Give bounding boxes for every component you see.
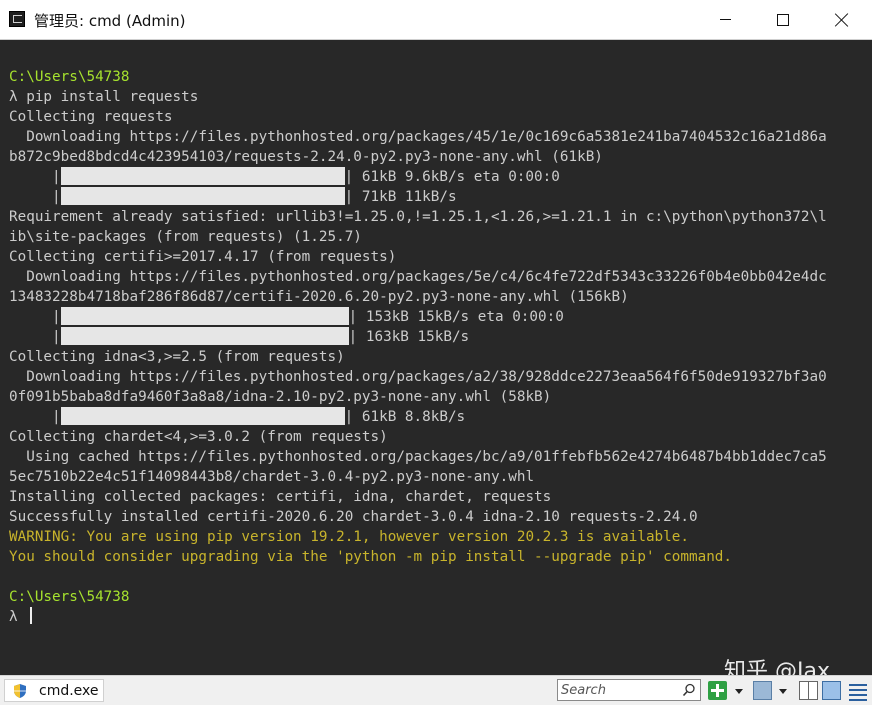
console-line-text: λ pip install requests <box>9 89 199 105</box>
console-line: Successfully installed certifi-2020.6.20… <box>9 507 827 527</box>
console-line-text: Collecting chardet<4,>=3.0.2 (from reque… <box>9 429 388 445</box>
console-line: Requirement already satisfied: urllib3!=… <box>9 207 827 227</box>
console-line-text: | <box>9 189 61 205</box>
progress-bar <box>60 187 345 205</box>
console-line-text: WARNING: You are using pip version 19.2.… <box>9 529 689 545</box>
console-line: 13483228b4718baf286f86d87/certifi-2020.6… <box>9 287 827 307</box>
status-bar: cmd.exe <box>0 675 872 705</box>
console-line-text: Downloading https://files.pythonhosted.o… <box>9 129 827 145</box>
console-line-text: Installing collected packages: certifi, … <box>9 489 552 505</box>
console-line-text: C:\Users\54738 <box>9 589 130 605</box>
console-line-text: Collecting requests <box>9 109 173 125</box>
search-input[interactable] <box>558 680 683 700</box>
tab-label: cmd.exe <box>39 683 99 699</box>
console-line-text: λ <box>9 609 27 625</box>
console-line-text: b872c9bed8bdcd4c423954103/requests-2.24.… <box>9 149 603 165</box>
menu-icon[interactable] <box>849 681 867 701</box>
console-line: ib\site-packages (from requests) (1.25.7… <box>9 227 827 247</box>
grid-icon[interactable] <box>822 681 841 700</box>
console-line: 5ec7510b22e4c51f14098443b8/chardet-3.0.4… <box>9 467 827 487</box>
close-icon <box>835 13 849 27</box>
maximize-icon <box>777 13 789 26</box>
console-line: Collecting certifi>=2017.4.17 (from requ… <box>9 247 827 267</box>
console-line: Collecting chardet<4,>=3.0.2 (from reque… <box>9 427 827 447</box>
progress-bar <box>60 307 349 325</box>
new-console-icon[interactable] <box>708 681 727 700</box>
maximize-button[interactable] <box>754 0 812 39</box>
console-line-text: Downloading https://files.pythonhosted.o… <box>9 269 827 285</box>
console-line-text: Collecting idna<3,>=2.5 (from requests) <box>9 349 345 365</box>
console-line-text: ib\site-packages (from requests) (1.25.7… <box>9 229 362 245</box>
console-line-text: Collecting certifi>=2017.4.17 (from requ… <box>9 249 397 265</box>
text-cursor <box>30 607 33 624</box>
progress-info: | 153kB 15kB/s eta 0:00:0 <box>348 309 564 325</box>
console-line: | | 163kB 15kB/s <box>9 327 827 347</box>
shield-icon <box>14 684 26 698</box>
close-button[interactable] <box>812 0 872 39</box>
console-line-text: Requirement already satisfied: urllib3!=… <box>9 209 827 225</box>
zhihu-watermark: 知乎 @Jax <box>724 659 830 675</box>
progress-info: | 163kB 15kB/s <box>348 329 470 345</box>
console-line-text: 5ec7510b22e4c51f14098443b8/chardet-3.0.4… <box>9 469 535 485</box>
console-line: | | 71kB 11kB/s <box>9 187 827 207</box>
console-line-text: You should consider upgrading via the 'p… <box>9 549 733 565</box>
split-icon[interactable] <box>799 681 818 700</box>
console-area[interactable]: C:\Users\54738 λ pip install requests Coll… <box>0 40 872 675</box>
progress-bar <box>60 327 349 345</box>
console-line: Downloading https://files.pythonhosted.o… <box>9 127 827 147</box>
console-line: 0f091b5baba8dfa9460f3a8a8/idna-2.10-py2.… <box>9 387 827 407</box>
cmd-app-icon[interactable] <box>9 11 25 27</box>
title-bar: 管理员: cmd (Admin) <box>0 0 872 40</box>
minimize-icon <box>719 19 731 20</box>
console-line-text: | <box>9 409 61 425</box>
new-console-dropdown-icon[interactable] <box>735 689 743 694</box>
console-line: λ <box>9 607 827 627</box>
console-line: | | 153kB 15kB/s eta 0:00:0 <box>9 307 827 327</box>
console-line: | | 61kB 8.8kB/s <box>9 407 827 427</box>
progress-info: | 61kB 9.6kB/s eta 0:00:0 <box>344 169 560 185</box>
console-line: Installing collected packages: certifi, … <box>9 487 827 507</box>
console-line: You should consider upgrading via the 'p… <box>9 547 827 567</box>
progress-bar <box>60 407 345 425</box>
console-line-text: | <box>9 169 61 185</box>
search-box[interactable] <box>557 679 701 701</box>
console-line-text: | <box>9 309 61 325</box>
console-line: Collecting requests <box>9 107 827 127</box>
console-line-text: C:\Users\54738 <box>9 69 130 85</box>
console-line: Downloading https://files.pythonhosted.o… <box>9 267 827 287</box>
console-line: b872c9bed8bdcd4c423954103/requests-2.24.… <box>9 147 827 167</box>
console-line: Using cached https://files.pythonhosted.… <box>9 447 827 467</box>
console-line-text: 0f091b5baba8dfa9460f3a8a8/idna-2.10-py2.… <box>9 389 552 405</box>
console-line: Downloading https://files.pythonhosted.o… <box>9 367 827 387</box>
console-line: C:\Users\54738 <box>9 67 827 87</box>
console-line: | | 61kB 9.6kB/s eta 0:00:0 <box>9 167 827 187</box>
search-icon[interactable] <box>682 683 696 697</box>
progress-info: | 61kB 8.8kB/s <box>344 409 466 425</box>
console-line-text: Using cached https://files.pythonhosted.… <box>9 449 827 465</box>
console-line-text: 13483228b4718baf286f86d87/certifi-2020.6… <box>9 289 629 305</box>
terminal-output[interactable]: C:\Users\54738 λ pip install requests Coll… <box>9 67 827 627</box>
console-line-text: Successfully installed certifi-2020.6.20… <box>9 509 698 525</box>
console-line-text: | <box>9 329 61 345</box>
console-line-text: Downloading https://files.pythonhosted.o… <box>9 369 827 385</box>
progress-bar <box>60 167 345 185</box>
console-line: C:\Users\54738 <box>9 587 827 607</box>
console-line: λ pip install requests <box>9 87 827 107</box>
progress-info: | 71kB 11kB/s <box>344 189 457 205</box>
console-tab[interactable]: cmd.exe <box>4 679 104 702</box>
minimize-button[interactable] <box>696 0 754 39</box>
console-line: WARNING: You are using pip version 19.2.… <box>9 527 827 547</box>
window-icon[interactable] <box>753 681 772 700</box>
console-line: Collecting idna<3,>=2.5 (from requests) <box>9 347 827 367</box>
window-title: 管理员: cmd (Admin) <box>34 12 186 30</box>
window-dropdown-icon[interactable] <box>779 689 787 694</box>
